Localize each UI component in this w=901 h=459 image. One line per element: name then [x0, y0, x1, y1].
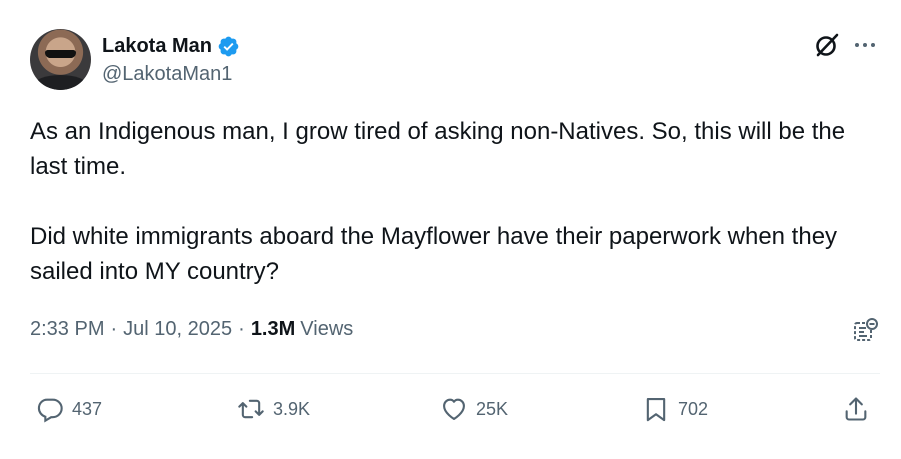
- author-name-row: Lakota Man: [102, 33, 240, 59]
- like-count: 25K: [476, 398, 509, 419]
- avatar[interactable]: [30, 29, 91, 90]
- views-count: 1.3M: [250, 318, 296, 340]
- tweet-card: Lakota Man @LakotaMan1 As an Indigenous …: [0, 0, 901, 459]
- tweet-meta: 2:33 PM · Jul 10, 2025 · 1.3M Views: [30, 318, 353, 341]
- meta-separator: ·: [110, 318, 118, 340]
- reply-icon: [37, 398, 63, 423]
- repost-icon: [238, 399, 264, 419]
- heart-icon: [443, 398, 465, 420]
- divider: [30, 373, 880, 374]
- views-label: Views: [300, 318, 354, 340]
- more-dot: [855, 43, 859, 47]
- reply-button[interactable]: 437: [36, 394, 102, 424]
- more-dot: [863, 43, 867, 47]
- tweet-paragraph-1: As an Indigenous man, I grow tired of as…: [30, 118, 846, 180]
- share-button[interactable]: [842, 394, 870, 424]
- tweet-text: As an Indigenous man, I grow tired of as…: [30, 114, 880, 289]
- avatar-shirt: [34, 75, 87, 90]
- meta-separator: ·: [238, 318, 245, 340]
- like-button[interactable]: 25K: [440, 394, 508, 424]
- more-icon[interactable]: [852, 32, 878, 58]
- share-icon: [845, 397, 867, 421]
- repost-button[interactable]: 3.9K: [237, 394, 310, 424]
- author-display-name[interactable]: Lakota Man: [102, 35, 212, 58]
- more-dot: [871, 43, 875, 47]
- tweet-paragraph-2: Did white immigrants aboard the Mayflowe…: [30, 223, 838, 285]
- bookmark-icon: [646, 398, 666, 422]
- tweet-time[interactable]: 2:33 PM: [30, 318, 104, 341]
- reply-count: 437: [72, 398, 103, 419]
- avatar-sunglasses: [45, 50, 76, 58]
- bookmark-button[interactable]: 702: [642, 394, 708, 424]
- verified-badge-icon: [218, 36, 239, 56]
- author-handle[interactable]: @LakotaMan1: [102, 63, 232, 86]
- repost-count: 3.9K: [273, 398, 311, 419]
- bookmark-count: 702: [678, 398, 709, 419]
- analytics-icon[interactable]: [852, 316, 880, 344]
- grok-icon[interactable]: [814, 32, 840, 58]
- tweet-date[interactable]: Jul 10, 2025: [123, 318, 232, 341]
